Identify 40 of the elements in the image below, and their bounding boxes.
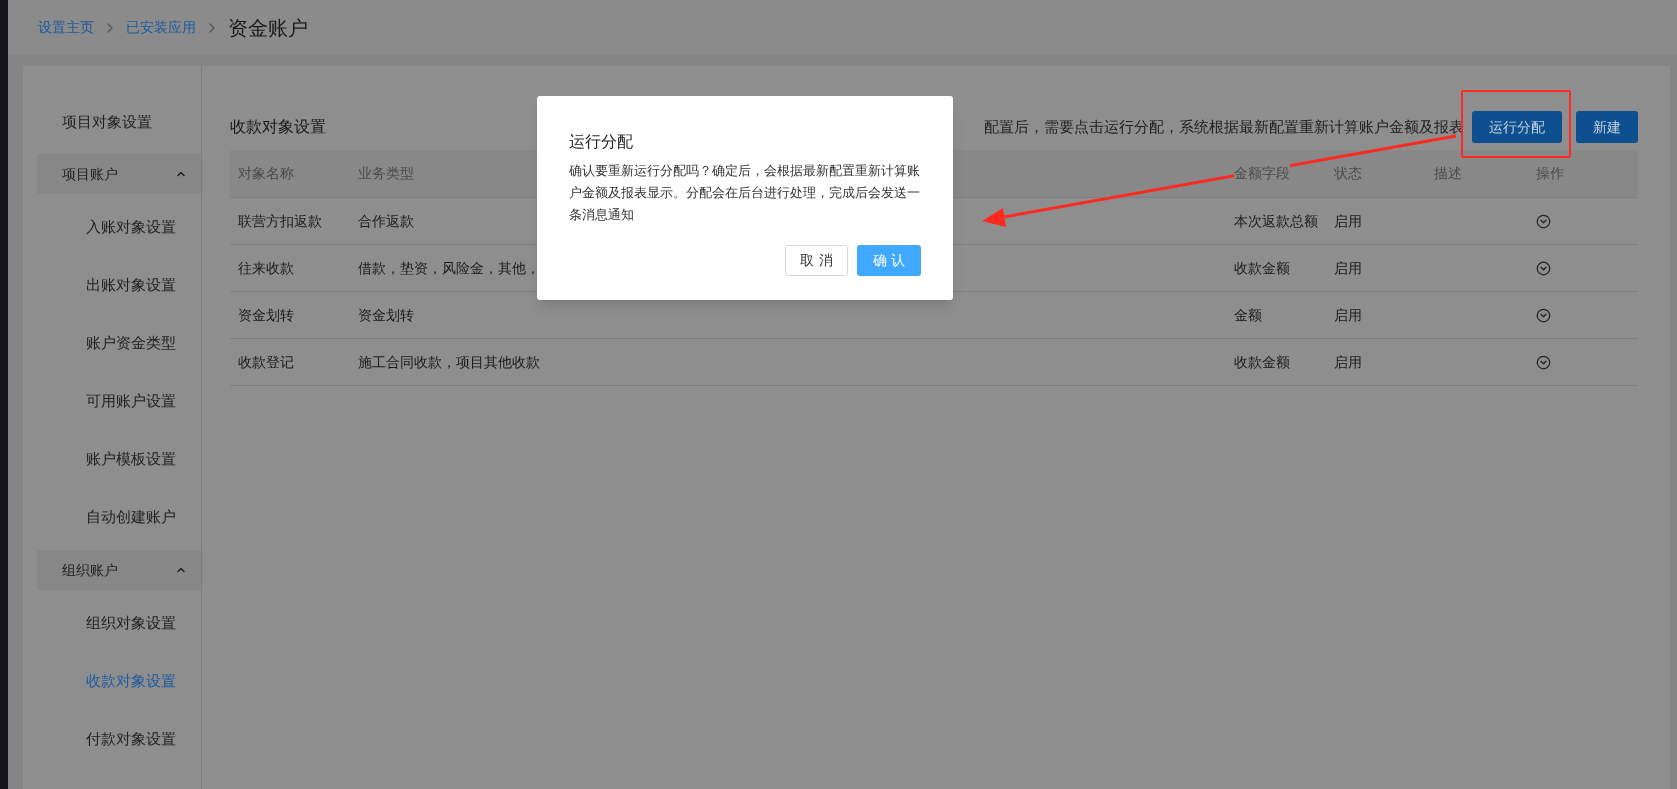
table-cell-text: 收款金额: [1234, 352, 1290, 372]
table-cell-text: 收款金额: [1234, 258, 1290, 278]
sidebar-group-header[interactable]: 组织账户: [37, 550, 201, 590]
table-cell-text: 借款，垫资，风险金，其他，: [358, 258, 540, 278]
table-cell-text: 合作返款: [358, 211, 414, 231]
dialog-title: 运行分配: [569, 131, 634, 153]
page-heading: 资金账户: [228, 14, 308, 42]
group-label: 组织账户: [62, 560, 118, 580]
expand-icon[interactable]: [1536, 213, 1551, 229]
toolbar-button[interactable]: 运行分配: [1472, 111, 1562, 143]
table-cell-text: 施工合同收款，项目其他收款: [358, 352, 540, 372]
table-cell-text: 启用: [1334, 352, 1362, 372]
table-cell-text: 本次返款总额: [1234, 211, 1318, 231]
sidebar-group-header[interactable]: 项目账户: [37, 154, 201, 194]
sidebar-item[interactable]: 出账对象设置: [23, 256, 201, 314]
sidebar-item[interactable]: 付款对象设置: [23, 710, 201, 768]
table-cell-text: 资金划转: [358, 305, 414, 325]
sidebar-item[interactable]: 组织对象设置: [23, 594, 201, 652]
table-cell-text: 金额: [1234, 305, 1262, 325]
expand-icon[interactable]: [1536, 354, 1551, 370]
table-cell-text: 资金划转: [238, 305, 294, 325]
toolbar-button[interactable]: 新建: [1576, 111, 1638, 143]
table-cell-text: 启用: [1334, 258, 1362, 278]
sidebar-item[interactable]: 自动创建账户: [23, 488, 201, 546]
sidebar-item[interactable]: 账户模板设置: [23, 430, 201, 488]
cancel-button[interactable]: 取 消: [785, 245, 848, 276]
section-title: 收款对象设置: [230, 116, 326, 138]
table-cell-text: 启用: [1334, 211, 1362, 231]
table-cell-text: 启用: [1334, 305, 1362, 325]
sidebar-item[interactable]: 项目对象设置: [23, 94, 201, 150]
table-cell-text: 往来收款: [238, 258, 294, 278]
dialog-message: 确认要重新运行分配吗？确定后，会根据最新配置重新计算账户金额及报表显示。分配会在后台进行处理，完成后会发送一条消息通知: [569, 162, 921, 224]
table-cell-text: 联营方扣返款: [238, 211, 322, 231]
expand-icon[interactable]: [1536, 307, 1551, 323]
sidebar-item[interactable]: 账户资金类型: [23, 314, 201, 372]
sidebar-item[interactable]: 入账对象设置: [23, 198, 201, 256]
group-label: 项目账户: [62, 164, 118, 184]
table-cell-text: 收款登记: [238, 352, 294, 372]
sidebar-item[interactable]: 可用账户设置: [23, 372, 201, 430]
expand-icon[interactable]: [1536, 260, 1551, 276]
